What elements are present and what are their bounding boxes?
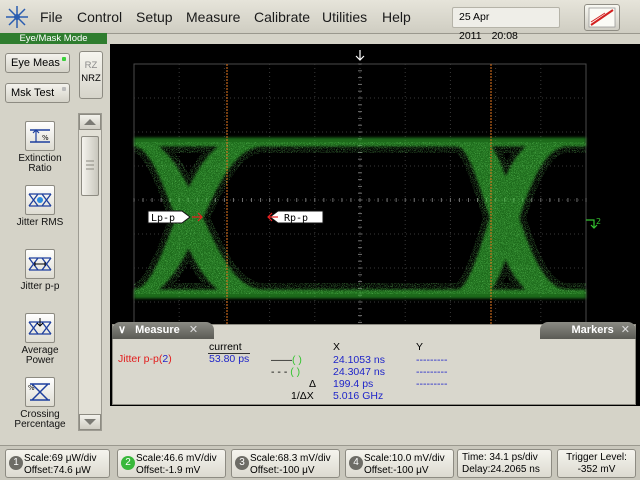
channel-1-scale: Scale:69 μW/div [24, 453, 97, 464]
timebase-delay: Delay:24.2065 ns [462, 463, 540, 475]
time-text: 20:08 [491, 30, 518, 42]
menu-bar: File Control Setup Measure Calibrate Uti… [0, 0, 640, 42]
measurement-name[interactable]: Jitter p-p(2) [118, 353, 172, 365]
marker-1-row: ——( ) [271, 354, 302, 366]
marker-1-x: 24.1053 ns [333, 354, 385, 366]
crossing-percentage-icon: % [25, 377, 55, 407]
marker-1-y: --------- [416, 354, 448, 366]
channel-3-offset: Offset:-100 μV [250, 464, 315, 476]
svg-text:%: % [42, 134, 49, 142]
mask-test-label: Msk Test [11, 87, 55, 99]
channel-4-settings[interactable]: 4 Scale:10.0 mV/div Offset:-100 μV [345, 449, 454, 478]
channel-reference-label: 2 [596, 217, 601, 226]
menu-calibrate[interactable]: Calibrate [254, 9, 310, 25]
average-power-button[interactable]: Average Power [6, 313, 74, 366]
menu-file[interactable]: File [40, 9, 63, 25]
mode-label: Eye/Mask Mode [0, 33, 107, 44]
marker-2-row: - - - ( ) [271, 366, 301, 378]
inactive-indicator-icon [62, 87, 66, 91]
scroll-up-button[interactable] [79, 114, 101, 130]
channel-3-settings[interactable]: 3 Scale:68.3 mV/div Offset:-100 μV [231, 449, 340, 478]
delta-label: Δ [309, 378, 317, 390]
inverse-delta-x: 5.016 GHz [333, 390, 384, 402]
close-icon[interactable]: ✕ [189, 324, 198, 336]
current-header: current [209, 341, 242, 353]
measurement-scrollbar[interactable] [78, 113, 102, 431]
trigger-settings[interactable]: Trigger Level: -352 mV [557, 449, 636, 478]
channel-bar: 1 Scale:69 μW/div Offset:74.6 μW 2 Scale… [0, 445, 640, 480]
jitter-rms-button[interactable]: Jitter RMS [6, 185, 74, 228]
acquisition-status-icon[interactable] [584, 4, 620, 31]
measure-tab[interactable]: ∨ Measure ✕ [112, 322, 214, 339]
channel-3-indicator: 3 [235, 456, 249, 470]
jitter-rms-icon [25, 185, 55, 215]
delta-y: --------- [416, 378, 448, 390]
nrz-label: NRZ [81, 73, 101, 84]
measure-tab-label: Measure [135, 324, 180, 336]
mask-test-button[interactable]: Msk Test [5, 83, 70, 103]
rz-label: RZ [84, 60, 98, 71]
collapse-chevron-icon[interactable]: ∨ [118, 324, 126, 336]
svg-text:%: % [28, 384, 35, 392]
eye-meas-label: Eye Meas [11, 57, 60, 69]
menu-help[interactable]: Help [382, 9, 411, 25]
scroll-down-button[interactable] [79, 414, 101, 430]
timebase-time: Time: 34.1 ps/div [462, 452, 538, 463]
jitter-pp-button[interactable]: Jitter p-p [6, 249, 74, 292]
menu-utilities[interactable]: Utilities [322, 9, 367, 25]
extinction-ratio-icon: % [25, 121, 55, 151]
trigger-position-icon [355, 50, 365, 61]
date-text: 25 Apr 2011 [459, 11, 490, 42]
channel-1-settings[interactable]: 1 Scale:69 μW/div Offset:74.6 μW [5, 449, 110, 478]
channel-3-scale: Scale:68.3 mV/div [250, 453, 331, 464]
timebase-settings[interactable]: Time: 34.1 ps/div Delay:24.2065 ns [457, 449, 552, 478]
average-power-icon [25, 313, 55, 343]
average-power-label: Average Power [21, 345, 59, 366]
eye-meas-button[interactable]: Eye Meas [5, 53, 70, 73]
date-time-display: 25 Apr 2011 20:08 [452, 7, 560, 42]
marker-2-y: --------- [416, 366, 448, 378]
measurement-channel: 2 [162, 353, 169, 365]
channel-1-offset: Offset:74.6 μW [24, 464, 91, 476]
jitter-rms-label: Jitter RMS [16, 217, 64, 228]
scroll-thumb[interactable] [81, 136, 99, 196]
measurement-toolbar: % Extinction Ratio Jitter RMS Jitter p-p… [6, 113, 74, 431]
y-header: Y [416, 341, 424, 353]
trigger-value: -352 mV [577, 463, 616, 475]
markers-tab-label: Markers [571, 324, 614, 336]
channel-2-scale: Scale:46.6 mV/div [136, 453, 217, 464]
rz-nrz-toggle[interactable]: RZ NRZ [79, 51, 103, 99]
right-marker-label: Rp-p [284, 213, 308, 224]
marker-2-x: 24.3047 ns [333, 366, 385, 378]
left-marker-label: Lp-p [151, 213, 175, 224]
channel-1-indicator: 1 [9, 456, 23, 470]
jitter-pp-label: Jitter p-p [20, 281, 60, 292]
measurement-value: 53.80 ps [209, 353, 250, 365]
extinction-ratio-label: Extinction Ratio [18, 153, 62, 174]
channel-4-offset: Offset:-100 μV [364, 464, 429, 476]
trigger-label: Trigger Level: [566, 452, 627, 463]
menu-measure[interactable]: Measure [186, 9, 240, 25]
markers-tab[interactable]: Markers ✕ [540, 322, 636, 339]
delta-x: 199.4 ps [333, 378, 374, 390]
channel-2-indicator: 2 [121, 456, 135, 470]
channel-4-indicator: 4 [349, 456, 363, 470]
crossing-percentage-label: Crossing Percentage [14, 409, 66, 430]
close-icon[interactable]: ✕ [621, 324, 630, 336]
jitter-pp-icon [25, 249, 55, 279]
channel-4-scale: Scale:10.0 mV/div [364, 453, 445, 464]
extinction-ratio-button[interactable]: % Extinction Ratio [6, 121, 74, 174]
menu-setup[interactable]: Setup [136, 9, 173, 25]
x-header: X [333, 341, 341, 353]
inverse-delta-label: 1/ΔX [291, 390, 314, 402]
crossing-percentage-button[interactable]: % Crossing Percentage [6, 377, 74, 430]
channel-2-offset: Offset:-1.9 mV [136, 464, 201, 476]
menu-control[interactable]: Control [77, 9, 122, 25]
active-indicator-icon [62, 57, 66, 61]
right-marker-callout: Rp-p [267, 210, 324, 224]
channel-2-settings[interactable]: 2 Scale:46.6 mV/div Offset:-1.9 mV [117, 449, 226, 478]
agilent-logo-icon[interactable] [4, 4, 30, 30]
